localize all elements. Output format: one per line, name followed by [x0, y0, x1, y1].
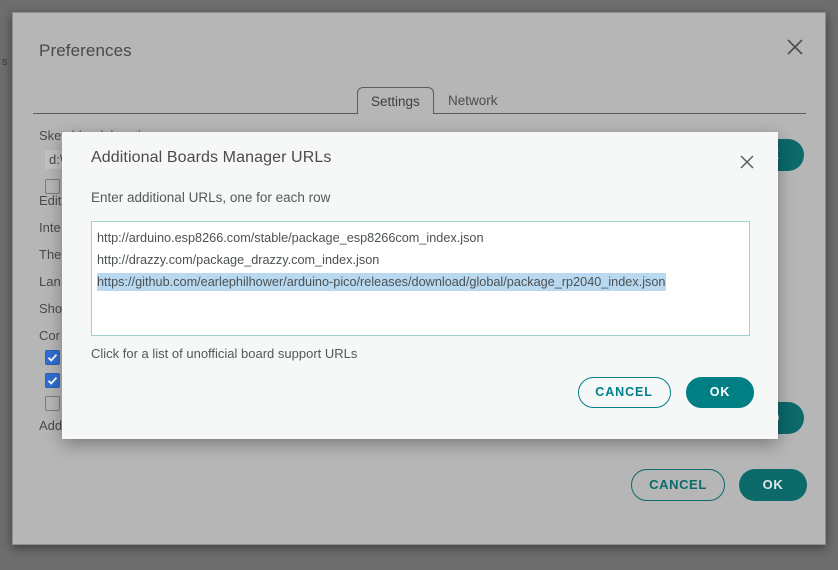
preferences-titlebar: Preferences [13, 13, 825, 75]
close-icon[interactable] [783, 35, 807, 59]
checkbox-sketchbook-show-files[interactable] [45, 179, 60, 194]
additional-boards-label: Add [39, 418, 62, 433]
tab-settings[interactable]: Settings [357, 87, 434, 114]
preferences-cancel-button[interactable]: CANCEL [631, 469, 725, 501]
unofficial-board-urls-link[interactable]: Click for a list of unofficial board sup… [91, 346, 357, 361]
tab-network[interactable]: Network [435, 87, 511, 114]
ok-button[interactable]: OK [686, 377, 754, 408]
background-app-text: s [2, 57, 8, 68]
dialog-subtitle: Enter additional URLs, one for each row [91, 190, 330, 205]
page-title: Preferences [39, 41, 132, 61]
theme-label: The [39, 247, 61, 262]
compiler-label: Cor [39, 328, 60, 343]
language-label: Lan [39, 274, 61, 289]
url-text: https://github.com/earlephilhower/arduin… [97, 273, 666, 291]
checkbox-verify-after-upload[interactable] [45, 396, 60, 411]
checkbox-verbose-upload[interactable] [45, 373, 60, 388]
url-text: http://drazzy.com/package_drazzy.com_ind… [97, 253, 379, 267]
cancel-button[interactable]: CANCEL [578, 377, 671, 408]
checkbox-verbose-compile[interactable] [45, 350, 60, 365]
url-text: http://arduino.esp8266.com/stable/packag… [97, 231, 484, 245]
interface-label: Inte [39, 220, 61, 235]
dialog-title: Additional Boards Manager URLs [91, 149, 331, 167]
screen: s Preferences Settings Network Sketchboo… [0, 0, 838, 570]
preferences-tabs: Settings Network [33, 86, 806, 114]
url-row[interactable]: http://drazzy.com/package_drazzy.com_ind… [92, 249, 749, 271]
url-row[interactable]: http://arduino.esp8266.com/stable/packag… [92, 227, 749, 249]
url-row-selected[interactable]: https://github.com/earlephilhower/arduin… [92, 271, 749, 293]
preferences-ok-button[interactable]: OK [739, 469, 807, 501]
additional-boards-urls-dialog: Additional Boards Manager URLs Enter add… [62, 132, 778, 439]
show-label: Sho [39, 301, 62, 316]
dialog-actions: CANCEL OK [578, 377, 754, 409]
close-icon[interactable] [736, 151, 758, 173]
urls-textarea[interactable]: http://arduino.esp8266.com/stable/packag… [91, 221, 750, 336]
editor-label: Edit [39, 193, 61, 208]
